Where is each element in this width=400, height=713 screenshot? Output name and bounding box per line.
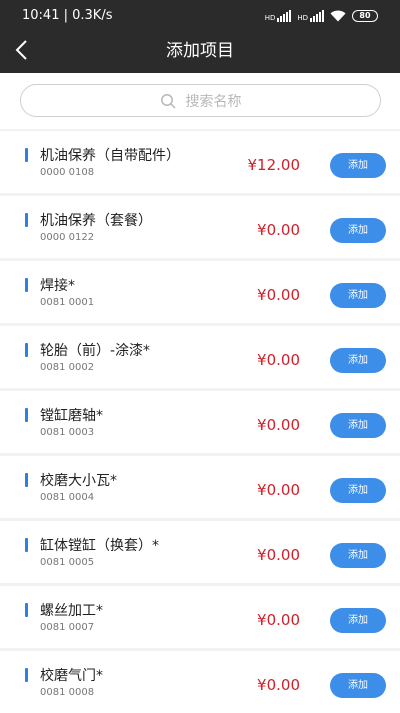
item-code: 0081 0002 [40, 362, 95, 373]
item-accent-bar [25, 343, 28, 357]
list-item: 镗缸磨轴* 0081 0003 ¥0.00 添加 [0, 391, 400, 453]
add-button[interactable]: 添加 [330, 283, 386, 308]
item-name: 螺丝加工* [40, 603, 103, 619]
item-code: 0081 0003 [40, 427, 95, 438]
add-button[interactable]: 添加 [330, 608, 386, 633]
item-code: 0081 0008 [40, 687, 95, 698]
status-icons: HD HD 80 [265, 0, 378, 32]
item-price: ¥0.00 [257, 611, 300, 629]
item-name: 焊接* [40, 278, 75, 294]
add-button[interactable]: 添加 [330, 348, 386, 373]
item-price: ¥0.00 [257, 416, 300, 434]
search-icon [160, 93, 176, 109]
item-accent-bar [25, 538, 28, 552]
item-accent-bar [25, 668, 28, 682]
list-item: 缸体镗缸（换套）* 0081 0005 ¥0.00 添加 [0, 521, 400, 583]
item-name: 校磨大小瓦* [40, 473, 117, 489]
status-time-speed: 10:41 | 0.3K/s [22, 8, 113, 23]
item-name: 缸体镗缸（换套）* [40, 538, 159, 554]
item-code: 0081 0001 [40, 297, 95, 308]
item-name: 镗缸磨轴* [40, 408, 103, 424]
item-code: 0081 0004 [40, 492, 95, 503]
item-name: 机油保养（套餐） [40, 213, 152, 229]
add-button[interactable]: 添加 [330, 543, 386, 568]
list-item: 轮胎（前）-涂漆* 0081 0002 ¥0.00 添加 [0, 326, 400, 388]
item-name: 机油保养（自带配件） [40, 148, 180, 164]
item-code: 0081 0007 [40, 622, 95, 633]
item-accent-bar [25, 473, 28, 487]
item-price: ¥0.00 [257, 676, 300, 694]
item-price: ¥0.00 [257, 481, 300, 499]
page-title: 添加项目 [166, 41, 234, 61]
item-code: 0000 0122 [40, 232, 95, 243]
item-accent-bar [25, 148, 28, 162]
item-price: ¥12.00 [247, 156, 301, 174]
item-name: 校磨气门* [40, 668, 103, 684]
search-placeholder: 搜索名称 [185, 93, 242, 110]
status-bar: 10:41 | 0.3K/s HD HD 80 [0, 0, 400, 32]
list-item: 机油保养（套餐） 0000 0122 ¥0.00 添加 [0, 196, 400, 258]
list-item: 机油保养（自带配件） 0000 0108 ¥12.00 添加 [0, 131, 400, 193]
signal-label-1: HD [264, 14, 276, 22]
wifi-icon [330, 10, 346, 22]
item-accent-bar [25, 278, 28, 292]
item-price: ¥0.00 [257, 286, 300, 304]
item-accent-bar [25, 213, 28, 227]
add-button[interactable]: 添加 [330, 673, 386, 698]
search-input[interactable]: 搜索名称 [20, 84, 381, 117]
item-accent-bar [25, 603, 28, 617]
nav-bar: 添加项目 [0, 32, 400, 73]
search-section: 搜索名称 [0, 73, 400, 129]
add-button[interactable]: 添加 [330, 153, 386, 178]
battery-icon: 80 [352, 10, 378, 22]
network-speed: 0.3K/s [72, 8, 113, 23]
list-item: 校磨气门* 0081 0008 ¥0.00 添加 [0, 651, 400, 713]
item-price: ¥0.00 [257, 351, 300, 369]
signal-label-2: HD [297, 14, 308, 22]
status-time: 10:41 [22, 8, 60, 23]
item-price: ¥0.00 [257, 221, 300, 239]
back-arrow-icon[interactable] [14, 39, 30, 61]
signal-icon-2: HD [297, 10, 324, 22]
item-code: 0081 0005 [40, 557, 95, 568]
add-button[interactable]: 添加 [330, 413, 386, 438]
add-button[interactable]: 添加 [330, 478, 386, 503]
top-bar: 10:41 | 0.3K/s HD HD 80 添加项目 [0, 0, 400, 73]
add-button[interactable]: 添加 [330, 218, 386, 243]
list-item: 螺丝加工* 0081 0007 ¥0.00 添加 [0, 586, 400, 648]
list-item: 校磨大小瓦* 0081 0004 ¥0.00 添加 [0, 456, 400, 518]
item-accent-bar [25, 408, 28, 422]
item-name: 轮胎（前）-涂漆* [40, 343, 151, 359]
item-price: ¥0.00 [257, 546, 300, 564]
list-item: 焊接* 0081 0001 ¥0.00 添加 [0, 261, 400, 323]
item-code: 0000 0108 [40, 167, 95, 178]
signal-icon-1: HD [265, 10, 292, 22]
